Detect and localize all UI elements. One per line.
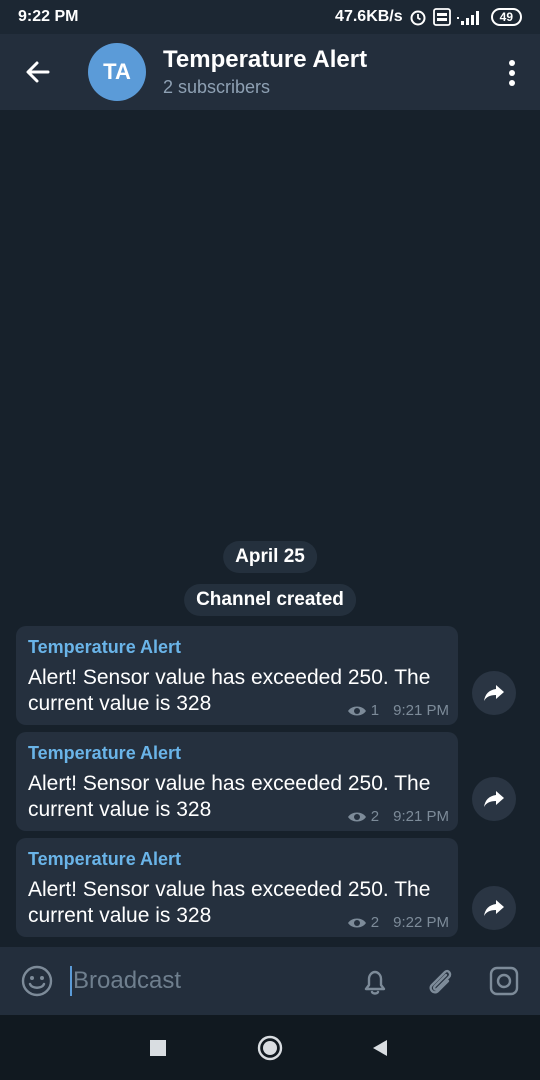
eye-icon [347,706,366,715]
triangle-back-icon[interactable] [371,1039,389,1057]
eye-icon [347,918,366,927]
message-meta: 1 9:21 PM [347,702,449,719]
subscriber-count: 2 subscribers [163,77,271,97]
share-arrow-icon [484,791,504,807]
message-bubble[interactable]: Temperature Alert Alert! Sensor value ha… [16,838,458,937]
volte-icon [432,8,451,26]
message-input-bar: Broadcast [0,947,540,1015]
battery-icon: 49 [490,8,522,26]
message-bubble[interactable]: Temperature Alert Alert! Sensor value ha… [16,626,458,725]
attach-icon[interactable] [424,965,456,997]
share-button[interactable] [472,671,516,715]
message-input[interactable]: Broadcast [73,967,181,995]
service-message: Channel created [184,584,356,616]
share-arrow-icon [484,685,504,701]
network-speed: 47.6KB/s [335,8,403,25]
status-time: 9:22 PM [18,8,79,25]
message-meta: 2 9:21 PM [347,808,449,825]
view-count: 1 [370,702,380,719]
message-author: Temperature Alert [28,849,182,869]
share-arrow-icon [484,900,504,916]
channel-avatar[interactable]: TA [88,43,146,101]
status-bar: 9:22 PM 47.6KB/s 49 [0,0,540,34]
bell-icon[interactable] [359,965,391,997]
system-navigation-bar [0,1015,540,1080]
status-indicators: 47.6KB/s 49 [335,8,522,26]
view-count: 2 [370,914,380,931]
back-arrow-icon[interactable] [22,56,54,88]
alarm-icon [410,10,426,26]
message-bubble[interactable]: Temperature Alert Alert! Sensor value ha… [16,732,458,831]
text-caret [70,966,72,996]
message-author: Temperature Alert [28,637,182,657]
square-recent-icon[interactable] [149,1039,167,1057]
view-count: 2 [370,808,380,825]
chat-header: TA Temperature Alert 2 subscribers [0,34,540,110]
share-button[interactable] [472,886,516,930]
signal-4g-icon [456,11,479,25]
channel-title[interactable]: Temperature Alert [163,46,367,74]
message-author: Temperature Alert [28,743,182,763]
message-time: 9:21 PM [393,702,449,719]
eye-icon [347,812,366,821]
camera-icon[interactable] [488,965,520,997]
message-meta: 2 9:22 PM [347,914,449,931]
date-separator: April 25 [223,541,317,573]
circle-home-icon[interactable] [257,1035,283,1061]
message-time: 9:21 PM [393,808,449,825]
share-button[interactable] [472,777,516,821]
emoji-icon[interactable] [21,965,53,997]
message-time: 9:22 PM [393,914,449,931]
more-vertical-icon[interactable] [506,58,518,88]
